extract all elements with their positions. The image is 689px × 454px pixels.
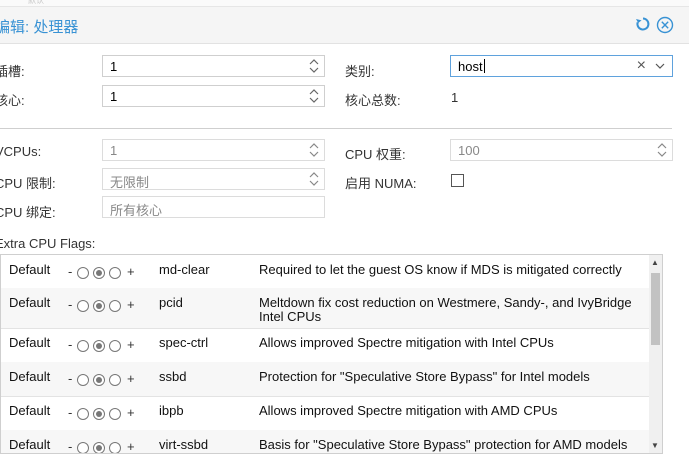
flag-row-ibpb: Default - + ibpb Allows improved Spectre… — [1, 396, 649, 431]
cpu-weight-input[interactable]: 100 — [450, 139, 673, 161]
flag-description: Allows improved Spectre mitigation with … — [259, 403, 558, 418]
flag-state: Default — [9, 369, 51, 384]
flag-row-pcid: Default - + pcid Meltdown fix cost reduc… — [1, 288, 649, 329]
cpu-limit-value: 无限制 — [110, 175, 150, 190]
spinner-icon[interactable] — [309, 141, 319, 159]
default-radio[interactable] — [93, 340, 105, 352]
cpu-limit-input[interactable]: 无限制 — [102, 168, 325, 190]
minus-label: - — [68, 371, 73, 386]
plus-label: + — [127, 264, 135, 279]
off-radio[interactable] — [77, 300, 89, 312]
cpu-affinity-placeholder: 所有核心 — [110, 203, 163, 218]
spinner-icon[interactable] — [309, 87, 319, 105]
default-radio[interactable] — [93, 267, 105, 279]
vcpus-label: VCPUs: — [0, 144, 42, 159]
numa-label: 启用 NUMA: — [345, 176, 417, 191]
cpu-affinity-input[interactable]: 所有核心 — [102, 196, 325, 218]
cores-value: 1 — [110, 89, 118, 104]
on-radio[interactable] — [109, 374, 121, 386]
extra-cpu-flags-label: Extra CPU Flags: — [0, 236, 96, 251]
flag-row-md-clear: Default - + md-clear Required to let the… — [1, 255, 649, 289]
default-radio[interactable] — [93, 300, 105, 312]
flag-name: spec-ctrl — [159, 335, 209, 350]
cpu-weight-label: CPU 权重: — [345, 147, 406, 162]
total-cores-label: 核心总数: — [345, 93, 401, 108]
default-radio[interactable] — [93, 408, 105, 420]
scroll-down-icon[interactable]: ▼ — [651, 441, 659, 450]
flag-row-ssbd: Default - + ssbd Protection for "Specula… — [1, 362, 649, 397]
sockets-value: 1 — [110, 59, 118, 74]
vcpus-value: 1 — [110, 143, 118, 158]
on-radio[interactable] — [109, 267, 121, 279]
plus-label: + — [127, 297, 135, 312]
on-radio[interactable] — [109, 340, 121, 352]
sockets-input[interactable]: 1 — [102, 55, 325, 77]
flag-description: Meltdown fix cost reduction on Westmere,… — [259, 295, 632, 310]
flag-name: virt-ssbd — [159, 437, 209, 452]
flag-name: pcid — [159, 295, 183, 310]
default-radio[interactable] — [93, 442, 105, 453]
minus-label: - — [68, 405, 73, 420]
flag-name: ssbd — [159, 369, 187, 384]
grid-scrollbar[interactable]: ▲ ▼ — [649, 255, 662, 453]
numa-checkbox[interactable] — [451, 174, 464, 187]
flag-state: Default — [9, 335, 51, 350]
flag-description: Protection for "Speculative Store Bypass… — [259, 369, 590, 384]
flag-state: Default — [9, 403, 51, 418]
off-radio[interactable] — [77, 442, 89, 453]
clear-icon[interactable]: × — [637, 57, 646, 75]
flag-description: Basis for "Speculative Store Bypass" pro… — [259, 437, 628, 452]
minus-label: - — [68, 264, 73, 279]
section-divider — [0, 128, 672, 129]
cpu-weight-value: 100 — [458, 143, 480, 158]
plus-label: + — [127, 405, 135, 420]
minus-label: - — [68, 439, 73, 454]
off-radio[interactable] — [77, 267, 89, 279]
dialog-header: 编辑: 处理器 — [0, 7, 689, 44]
cores-label: 核心: — [0, 93, 25, 108]
flag-state: Default — [9, 295, 51, 310]
type-label: 类别: — [345, 64, 375, 79]
spinner-icon[interactable] — [309, 57, 319, 75]
close-icon[interactable] — [656, 16, 674, 34]
minus-label: - — [68, 337, 73, 352]
flag-row-virt-ssbd: Default - + virt-ssbd Basis for "Specula… — [1, 430, 649, 454]
cores-input[interactable]: 1 — [102, 85, 325, 107]
total-cores-value: 1 — [451, 90, 459, 105]
on-radio[interactable] — [109, 442, 121, 453]
off-radio[interactable] — [77, 408, 89, 420]
scroll-up-icon[interactable]: ▲ — [651, 258, 659, 267]
cpu-limit-label: CPU 限制: — [0, 176, 56, 191]
off-radio[interactable] — [77, 340, 89, 352]
off-radio[interactable] — [77, 374, 89, 386]
minus-label: - — [68, 297, 73, 312]
cpu-flags-grid: Default - + md-clear Required to let the… — [0, 254, 663, 454]
plus-label: + — [127, 337, 135, 352]
dialog-title: 编辑: 处理器 — [0, 19, 79, 36]
cpu-type-value: host — [458, 59, 485, 74]
chevron-down-icon[interactable] — [654, 59, 666, 73]
spinner-icon[interactable] — [657, 141, 667, 159]
sockets-label: 插槽: — [0, 64, 25, 79]
flag-name: ibpb — [159, 403, 184, 418]
flag-description-line2: Intel CPUs — [259, 309, 322, 324]
plus-label: + — [127, 371, 135, 386]
cpu-type-combobox[interactable]: host × — [450, 55, 673, 77]
flag-name: md-clear — [159, 262, 210, 277]
flag-state: Default — [9, 437, 51, 452]
on-radio[interactable] — [109, 300, 121, 312]
flag-description: Required to let the guest OS know if MDS… — [259, 262, 622, 277]
flag-description: Allows improved Spectre mitigation with … — [259, 335, 554, 350]
flag-row-spec-ctrl: Default - + spec-ctrl Allows improved Sp… — [1, 328, 649, 363]
spinner-icon[interactable] — [309, 170, 319, 188]
default-radio[interactable] — [93, 374, 105, 386]
flag-state: Default — [9, 262, 51, 277]
on-radio[interactable] — [109, 408, 121, 420]
edit-processor-dialog: 编辑: 处理器 插槽: 1 类别: host × 核心: 1 核心总数: 1 V… — [0, 6, 689, 454]
cpu-affinity-label: CPU 绑定: — [0, 205, 56, 220]
scrollbar-thumb[interactable] — [651, 273, 660, 345]
plus-label: + — [127, 439, 135, 454]
vcpus-input[interactable]: 1 — [102, 139, 325, 161]
reset-icon[interactable] — [634, 16, 652, 34]
